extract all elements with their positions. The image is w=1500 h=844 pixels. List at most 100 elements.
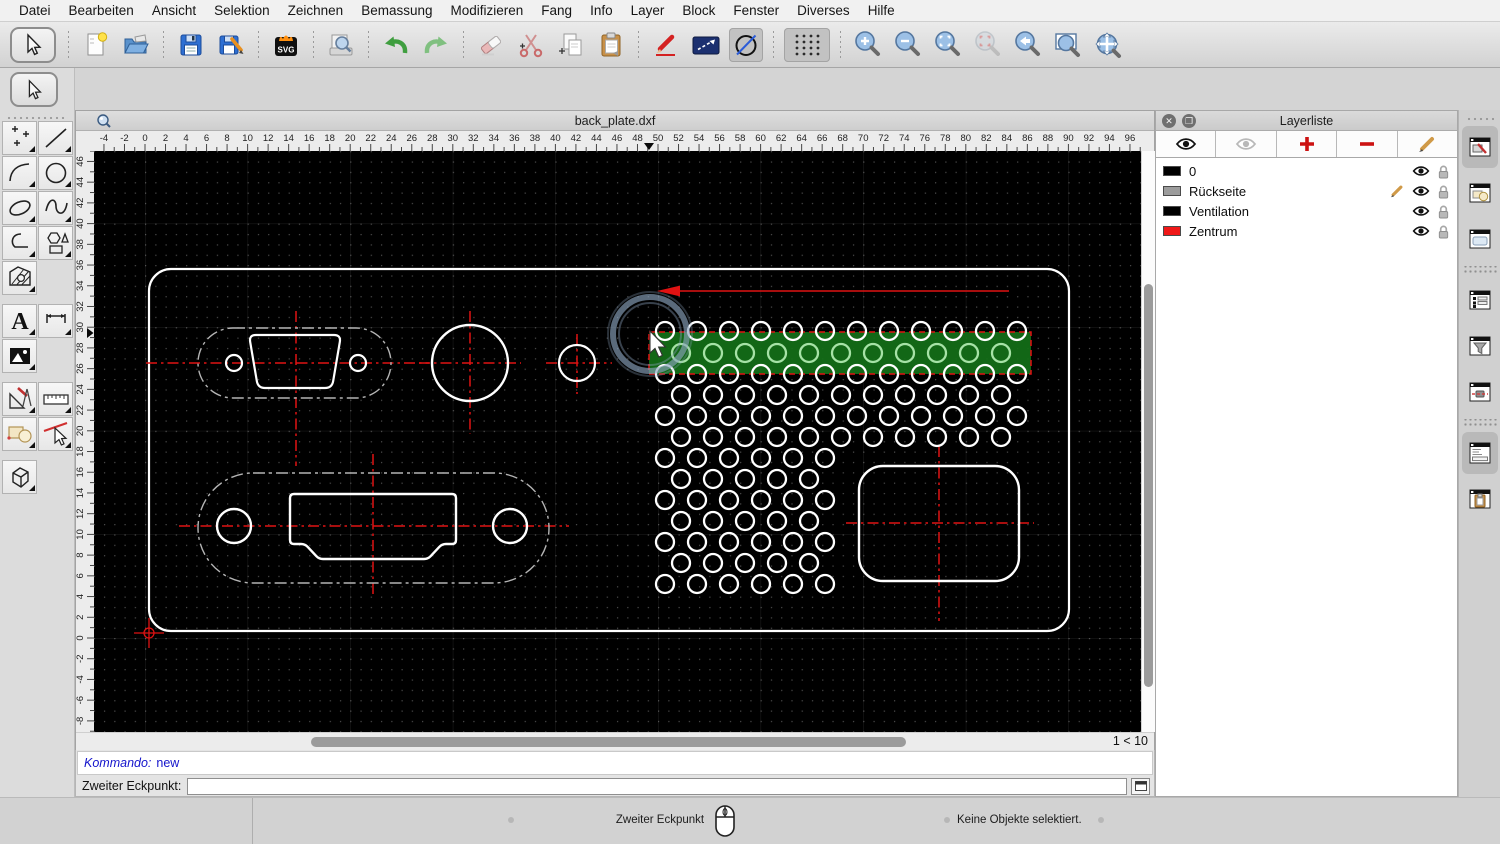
drawing-canvas[interactable] [94, 151, 1141, 732]
dock-filter-button[interactable] [1462, 325, 1498, 367]
info-tool-button[interactable] [2, 417, 37, 451]
menu-item-zeichnen[interactable]: Zeichnen [279, 3, 353, 18]
circle-tool-button[interactable] [38, 156, 73, 190]
palette-drag-handle[interactable] [6, 113, 68, 119]
menu-item-diverses[interactable]: Diverses [788, 3, 859, 18]
lock-icon[interactable] [1437, 204, 1450, 219]
horizontal-scrollbar-thumb[interactable] [311, 737, 906, 747]
print-preview-button[interactable] [324, 28, 358, 62]
delete-button[interactable] [474, 28, 508, 62]
layer-row-ventilation[interactable]: Ventilation [1156, 201, 1457, 221]
measure-tool-button[interactable] [38, 382, 73, 416]
draw-pen-button[interactable] [649, 28, 683, 62]
menu-item-layer[interactable]: Layer [622, 3, 674, 18]
image-tool-button[interactable] [2, 339, 37, 373]
line-tool-button[interactable] [38, 121, 73, 155]
modify-tool-button[interactable] [2, 382, 37, 416]
palette-select-tool-button[interactable] [10, 72, 58, 107]
command-options-button[interactable] [1131, 777, 1150, 795]
svg-text:14: 14 [76, 488, 86, 499]
zoom-window-button[interactable] [1051, 28, 1085, 62]
copy-button[interactable] [554, 28, 588, 62]
lock-icon[interactable] [1437, 224, 1450, 239]
show-all-layers-button[interactable] [1156, 131, 1217, 157]
dock-block-list-button[interactable] [1462, 172, 1498, 214]
hide-all-layers-button[interactable] [1216, 131, 1277, 157]
layer-row-0[interactable]: 0 [1156, 161, 1457, 181]
save-as-button[interactable] [214, 28, 248, 62]
float-panel-icon[interactable]: ❐ [1182, 114, 1196, 128]
arc-tool-button[interactable] [2, 156, 37, 190]
hatch-tool-button[interactable] [2, 261, 37, 295]
edit-layer-button[interactable] [1398, 131, 1457, 157]
menu-item-fang[interactable]: Fang [532, 3, 581, 18]
zoom-selection-button[interactable] [971, 28, 1005, 62]
eye-icon[interactable] [1412, 225, 1430, 237]
vertical-ruler: -8-6-4-202468101214161820222426283032343… [76, 151, 94, 732]
line-tool-icon [44, 128, 71, 152]
redo-button[interactable] [419, 28, 453, 62]
layer-row-zentrum[interactable]: Zentrum [1156, 221, 1457, 241]
zoom-previous-button[interactable] [1011, 28, 1045, 62]
grid-dots-icon [795, 34, 820, 55]
add-layer-button[interactable] [1277, 131, 1338, 157]
command-input[interactable] [187, 777, 1127, 795]
points-tool-button[interactable] [2, 121, 37, 155]
pan-button[interactable] [1091, 28, 1125, 62]
lock-icon[interactable] [1437, 184, 1450, 199]
menu-item-bearbeiten[interactable]: Bearbeiten [60, 3, 143, 18]
dock-clipboard-button[interactable] [1462, 478, 1498, 520]
document-titlebar[interactable]: back_plate.dxf [76, 111, 1154, 131]
circle-tool-button[interactable] [729, 27, 763, 62]
cut-button[interactable] [514, 28, 548, 62]
save-button[interactable] [174, 28, 208, 62]
new-document-button[interactable] [79, 28, 113, 62]
dock-drag-handle[interactable] [1465, 114, 1494, 121]
shapes-tool-button[interactable] [38, 226, 73, 260]
menu-item-fenster[interactable]: Fenster [724, 3, 788, 18]
menu-item-ansicht[interactable]: Ansicht [143, 3, 205, 18]
menu-item-block[interactable]: Block [673, 3, 724, 18]
close-panel-icon[interactable]: ✕ [1162, 114, 1176, 128]
dimension-tool-button[interactable] [38, 304, 73, 338]
eye-icon[interactable] [1412, 165, 1430, 177]
grid-toggle-button[interactable] [784, 27, 830, 62]
svg-export-button[interactable]: SVG [269, 28, 303, 62]
dock-command-line-button[interactable] [1461, 432, 1498, 474]
select-tool-button[interactable] [10, 26, 56, 63]
menu-item-info[interactable]: Info [581, 3, 622, 18]
menu-item-selektion[interactable]: Selektion [205, 3, 279, 18]
menu-item-datei[interactable]: Datei [10, 3, 60, 18]
zoom-out-button[interactable] [891, 28, 925, 62]
eye-icon[interactable] [1412, 205, 1430, 217]
horizontal-scrollbar[interactable]: 1 < 10 [76, 732, 1154, 750]
solid-tool-button[interactable] [2, 460, 37, 494]
open-file-button[interactable] [119, 28, 153, 62]
vertical-scrollbar[interactable] [1141, 151, 1155, 732]
dock-list-view-button[interactable] [1462, 279, 1498, 321]
polyline-tool-button[interactable] [2, 226, 37, 260]
remove-layer-button[interactable] [1337, 131, 1398, 157]
paste-button[interactable] [594, 28, 628, 62]
menu-item-hilfe[interactable]: Hilfe [859, 3, 904, 18]
select-entity-tool-button[interactable] [38, 417, 73, 451]
menu-item-bemassung[interactable]: Bemassung [352, 3, 441, 18]
dock-pen-settings-button[interactable] [1462, 371, 1498, 413]
lock-icon[interactable] [1437, 164, 1450, 179]
eye-icon[interactable] [1412, 185, 1430, 197]
line-tool-button[interactable] [689, 28, 723, 62]
undo-button[interactable] [379, 28, 413, 62]
vertical-scrollbar-thumb[interactable] [1144, 284, 1153, 687]
svg-text:4: 4 [76, 594, 86, 599]
dock-layer-list-button[interactable] [1461, 126, 1498, 168]
dock-library-browser-button[interactable] [1462, 218, 1498, 260]
status-dot [944, 817, 950, 823]
text-tool-button[interactable]: A [2, 304, 37, 338]
spline-tool-button[interactable] [38, 191, 73, 225]
menu-item-modifizieren[interactable]: Modifizieren [442, 3, 533, 18]
zoom-in-button[interactable] [851, 28, 885, 62]
layer-name: Ventilation [1189, 203, 1249, 219]
zoom-auto-button[interactable] [931, 28, 965, 62]
layer-row-rückseite[interactable]: Rückseite [1156, 181, 1457, 201]
ellipse-tool-button[interactable] [2, 191, 37, 225]
